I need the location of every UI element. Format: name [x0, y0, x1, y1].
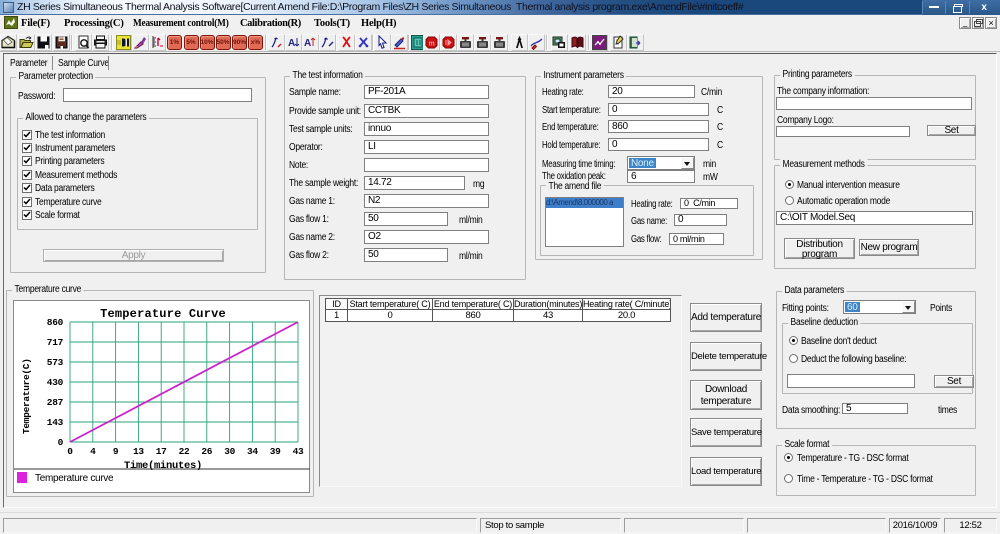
svg-text:A: A: [304, 38, 311, 49]
svg-text:0: 0: [58, 437, 64, 448]
svg-text:m: m: [429, 41, 435, 48]
svg-text:Temperature curve: Temperature curve: [35, 473, 114, 484]
svg-text:717: 717: [47, 337, 64, 348]
svg-text:287: 287: [47, 397, 64, 408]
svg-text:13: 13: [133, 446, 144, 457]
svg-text:A: A: [288, 38, 295, 49]
svg-text:17: 17: [156, 446, 167, 457]
svg-text:43: 43: [293, 446, 304, 457]
svg-text:39: 39: [270, 446, 281, 457]
svg-text:4: 4: [90, 446, 96, 457]
svg-text:Temperature(C): Temperature(C): [21, 358, 32, 434]
svg-text:573: 573: [47, 357, 64, 368]
svg-text:26: 26: [201, 446, 212, 457]
svg-text:Time(minutes): Time(minutes): [124, 460, 202, 472]
svg-text:Temperature Curve: Temperature Curve: [100, 307, 226, 321]
svg-text:430: 430: [47, 377, 64, 388]
svg-text:0: 0: [67, 446, 73, 457]
svg-text:860: 860: [47, 317, 64, 328]
svg-text:34: 34: [247, 446, 258, 457]
svg-text:22: 22: [179, 446, 190, 457]
svg-text:30: 30: [224, 446, 235, 457]
svg-text:143: 143: [47, 417, 64, 428]
svg-text:9: 9: [113, 446, 119, 457]
